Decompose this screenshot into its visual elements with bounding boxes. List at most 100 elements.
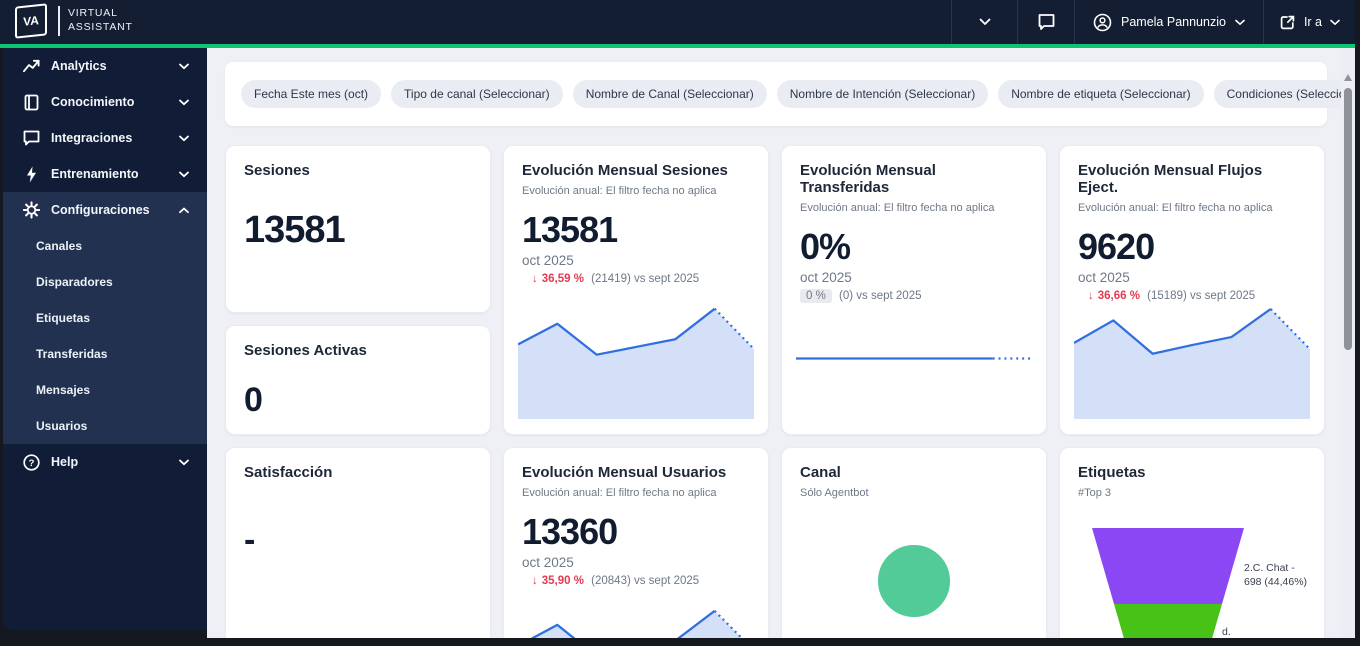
- vertical-scrollbar-thumb[interactable]: [1344, 88, 1352, 350]
- sidebar-item-label: Help: [51, 455, 78, 469]
- chevron-down-icon: [979, 18, 991, 26]
- card-title: Canal: [800, 464, 1028, 481]
- help-icon: ?: [23, 454, 40, 471]
- sidebar-group-configuraciones: Configuraciones Canales Disparadores Eti…: [3, 192, 207, 444]
- card-evolucion-mensual-transferidas: Evolución Mensual Transferidas Evolución…: [781, 145, 1047, 435]
- card-title: Sesiones: [244, 162, 472, 179]
- card-month: oct 2025: [522, 253, 750, 268]
- card-value: -: [244, 521, 472, 560]
- sesiones-line-chart: [518, 298, 754, 419]
- chevron-down-icon: [179, 135, 189, 142]
- card-month: oct 2025: [1078, 270, 1306, 285]
- scrollbar-up-arrow[interactable]: [1344, 74, 1352, 81]
- card-evolucion-mensual-usuarios: Evolución Mensual Usuarios Evolución anu…: [503, 447, 769, 638]
- card-etiquetas: Etiquetas #Top 3 2.C. Chat - 698 (44,46%…: [1059, 447, 1325, 638]
- logo-divider: [58, 6, 60, 36]
- card-month: oct 2025: [522, 555, 750, 570]
- card-subtitle: Evolución anual: El filtro fecha no apli…: [522, 185, 750, 197]
- card-subtitle: Sólo Agentbot: [800, 487, 1028, 499]
- sidebar-subitem-transferidas[interactable]: Transferidas: [3, 336, 207, 372]
- filter-chip-condiciones[interactable]: Condiciones (Seleccionar): [1214, 80, 1355, 108]
- app-logo: VA VIRTUAL ASSISTANT: [15, 5, 133, 37]
- workspace-dropdown-button[interactable]: [951, 0, 1017, 44]
- sidebar-item-help[interactable]: ? Help: [3, 444, 207, 480]
- filter-chip-tipo-canal[interactable]: Tipo de canal (Seleccionar): [391, 80, 563, 108]
- svg-text:?: ?: [29, 458, 35, 469]
- window-bottom-border: [0, 638, 1360, 646]
- card-delta: ↓35,90 % (20843) vs sept 2025: [532, 575, 750, 587]
- user-menu-button[interactable]: Pamela Pannunzio: [1074, 0, 1263, 44]
- delta-percent: 35,90 %: [542, 575, 584, 587]
- card-title: Evolución Mensual Transferidas: [800, 162, 1028, 196]
- chevron-down-icon: [1330, 19, 1340, 26]
- va-logo-icon: VA: [15, 3, 47, 38]
- sidebar-subitem-etiquetas[interactable]: Etiquetas: [3, 300, 207, 336]
- external-link-icon: [1279, 14, 1296, 31]
- card-value: 0: [244, 381, 472, 420]
- filter-chip-nombre-etiqueta[interactable]: Nombre de etiqueta (Seleccionar): [998, 80, 1203, 108]
- sidebar-subitem-mensajes[interactable]: Mensajes: [3, 372, 207, 408]
- arrow-down-icon: ↓: [532, 575, 538, 587]
- window-right-border: [1355, 0, 1360, 646]
- funnel-segment-label: 2.C. Chat - 698 (44,46%): [1244, 562, 1324, 589]
- usuarios-line-chart: [518, 600, 754, 638]
- card-sesiones: Sesiones 13581: [225, 145, 491, 313]
- go-to-label: Ir a: [1304, 15, 1322, 29]
- arrow-down-icon: ↓: [532, 273, 538, 285]
- user-avatar-icon: [1093, 13, 1112, 32]
- flujos-line-chart: [1074, 298, 1310, 419]
- sidebar-item-integraciones[interactable]: Integraciones: [3, 120, 207, 156]
- card-title: Sesiones Activas: [244, 342, 472, 359]
- card-sesiones-activas: Sesiones Activas 0: [225, 325, 491, 435]
- go-to-button[interactable]: Ir a: [1263, 0, 1355, 44]
- delta-percent: 36,59 %: [542, 273, 584, 285]
- chevron-down-icon: [1235, 19, 1245, 26]
- card-title: Etiquetas: [1078, 464, 1306, 481]
- card-title: Evolución Mensual Sesiones: [522, 162, 750, 179]
- card-value: 0%: [800, 226, 1028, 268]
- sidebar-subitem-canales[interactable]: Canales: [3, 228, 207, 264]
- chevron-down-icon: [179, 171, 189, 178]
- filter-chip-nombre-canal[interactable]: Nombre de Canal (Seleccionar): [573, 80, 767, 108]
- app-window: VA VIRTUAL ASSISTANT: [0, 0, 1360, 646]
- sidebar-item-label: Entrenamiento: [51, 167, 139, 181]
- card-title: Evolución Mensual Usuarios: [522, 464, 750, 481]
- chevron-down-icon: [179, 99, 189, 106]
- filter-chip-nombre-intencion[interactable]: Nombre de Intención (Seleccionar): [777, 80, 988, 108]
- dashboard-content: Fecha Este mes (oct) Tipo de canal (Sele…: [207, 48, 1355, 638]
- funnel-segment-label-truncated: d.: [1222, 626, 1231, 638]
- gear-icon: [23, 201, 40, 219]
- analytics-icon: [23, 58, 40, 74]
- chat-bubble-icon: [1037, 13, 1056, 31]
- card-canal: Canal Sólo Agentbot: [781, 447, 1047, 638]
- sidebar-subitem-disparadores[interactable]: Disparadores: [3, 264, 207, 300]
- card-evolucion-mensual-sesiones: Evolución Mensual Sesiones Evolución anu…: [503, 145, 769, 435]
- transferidas-line-chart: [796, 298, 1032, 419]
- messages-button[interactable]: [1017, 0, 1074, 44]
- top-header-bar: VA VIRTUAL ASSISTANT: [0, 0, 1360, 44]
- sidebar-item-conocimiento[interactable]: Conocimiento: [3, 84, 207, 120]
- card-evolucion-mensual-flujos: Evolución Mensual Flujos Eject. Evolució…: [1059, 145, 1325, 435]
- sidebar-subitem-usuarios[interactable]: Usuarios: [3, 408, 207, 444]
- chevron-down-icon: [179, 63, 189, 70]
- sidebar-item-configuraciones[interactable]: Configuraciones: [3, 192, 207, 228]
- card-title: Evolución Mensual Flujos Eject.: [1078, 162, 1306, 196]
- brand-name: VIRTUAL ASSISTANT: [68, 7, 133, 34]
- chevron-down-icon: [179, 459, 189, 466]
- header-actions: Pamela Pannunzio Ir a: [951, 0, 1355, 44]
- sidebar-item-label: Configuraciones: [51, 203, 150, 217]
- sidebar-item-analytics[interactable]: Analytics: [3, 48, 207, 84]
- filter-chip-fecha[interactable]: Fecha Este mes (oct): [241, 80, 381, 108]
- sidebar-item-entrenamiento[interactable]: Entrenamiento: [3, 156, 207, 192]
- card-value: 13360: [522, 511, 750, 553]
- lightning-icon: [23, 166, 40, 183]
- card-subtitle: Evolución anual: El filtro fecha no apli…: [522, 487, 750, 499]
- sidebar-item-label: Analytics: [51, 59, 107, 73]
- card-value: 13581: [244, 209, 472, 252]
- delta-comparison: (21419) vs sept 2025: [591, 273, 699, 285]
- card-value: 13581: [522, 209, 750, 251]
- card-delta: ↓ 36,59 % (21419) vs sept 2025: [532, 273, 750, 285]
- user-name: Pamela Pannunzio: [1121, 15, 1226, 29]
- card-subtitle: #Top 3: [1078, 487, 1306, 499]
- card-satisfaccion: Satisfacción -: [225, 447, 491, 638]
